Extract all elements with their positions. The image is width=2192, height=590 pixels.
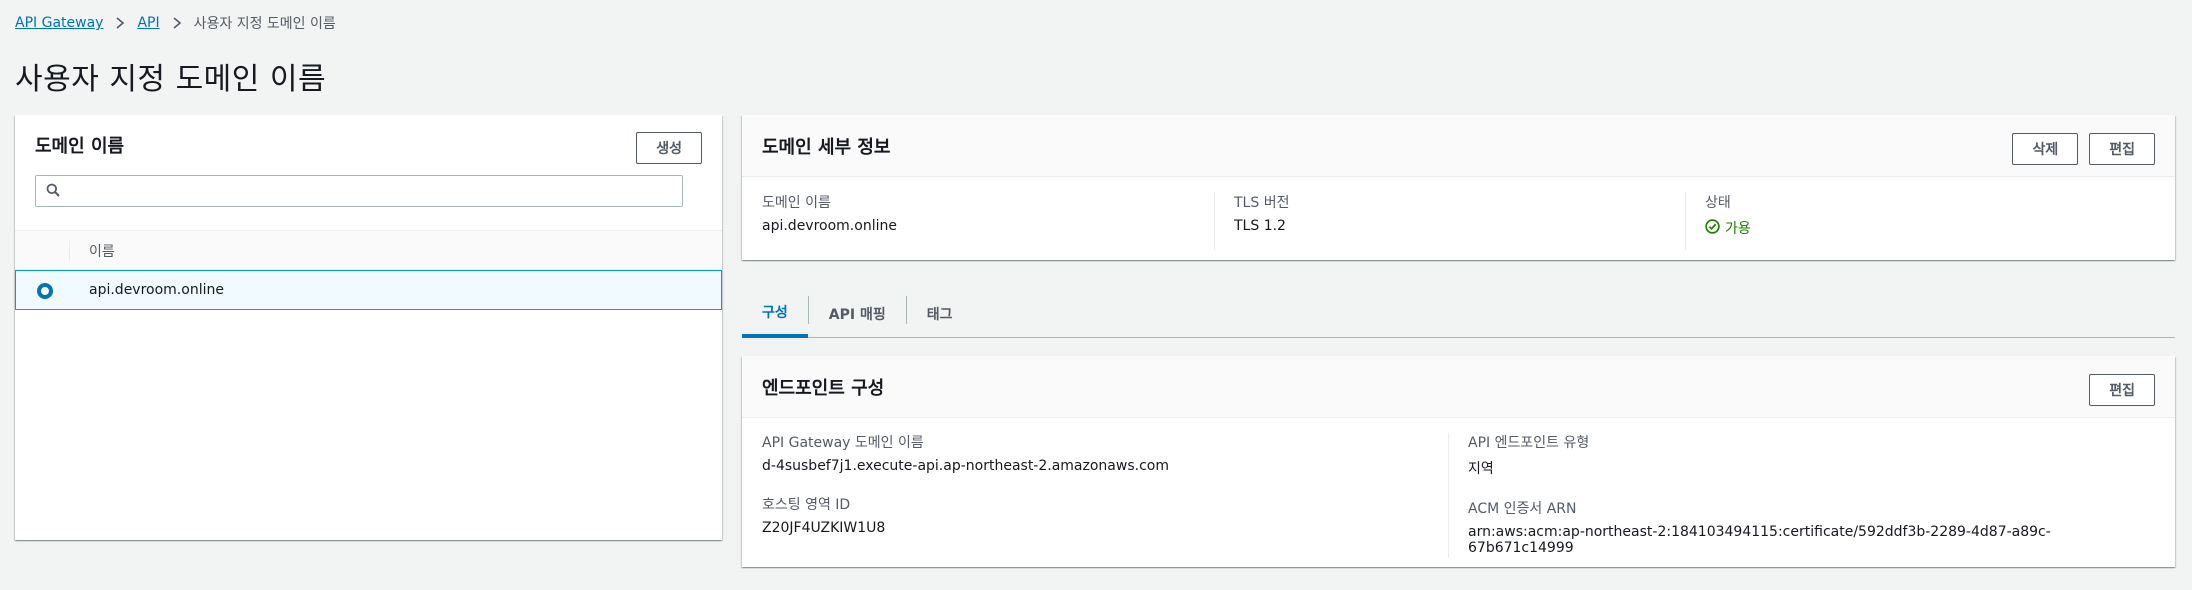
endpoint-config-fields: API Gateway 도메인 이름 d-4susbef7j1.execute-… — [742, 418, 2175, 576]
field-gateway-domain: API Gateway 도메인 이름 d-4susbef7j1.execute-… — [762, 432, 1428, 474]
domain-name-value: api.devroom.online — [762, 218, 897, 234]
endpoint-config-title: 엔드포인트 구성 — [762, 378, 885, 399]
search-field[interactable] — [35, 175, 683, 207]
domain-details-actions: 삭제 편집 — [2012, 133, 2155, 165]
tab-tags[interactable]: 태그 — [907, 290, 973, 338]
table-header: 이름 — [15, 230, 722, 270]
table-row[interactable]: api.devroom.online — [15, 270, 722, 310]
chevron-right-icon — [115, 17, 125, 29]
domain-names-header: 도메인 이름 생성 — [15, 115, 722, 230]
acm-arn-label: ACM 인증서 ARN — [1468, 501, 1577, 517]
endpoint-config-panel: 엔드포인트 구성 편집 API Gateway 도메인 이름 d-4susbef… — [742, 356, 2175, 567]
domain-details-title: 도메인 세부 정보 — [762, 137, 891, 158]
column-header-name[interactable]: 이름 — [89, 241, 115, 261]
status-badge: 가용 — [1705, 218, 2155, 238]
search-icon — [46, 182, 60, 201]
status-label: 상태 — [1705, 195, 1731, 211]
field-endpoint-type: API 엔드포인트 유형 지역 — [1468, 432, 2155, 478]
gateway-domain-value: d-4susbef7j1.execute-api.ap-northeast-2.… — [762, 458, 1169, 474]
hosted-zone-label: 호스팅 영역 ID — [762, 497, 851, 513]
row-radio-button[interactable] — [37, 283, 53, 299]
domain-details-header: 도메인 세부 정보 삭제 편집 — [742, 115, 2175, 177]
field-acm-arn: ACM 인증서 ARN arn:aws:acm:ap-northeast-2:1… — [1468, 498, 2155, 556]
field-status: 상태 가용 — [1685, 177, 2175, 259]
endpoint-right-column: API 엔드포인트 유형 지역 ACM 인증서 ARN arn:aws:acm:… — [1448, 418, 2175, 576]
row-domain-name: api.devroom.online — [89, 282, 224, 298]
gateway-domain-label: API Gateway 도메인 이름 — [762, 435, 924, 451]
column-divider — [69, 241, 70, 261]
endpoint-config-header: 엔드포인트 구성 편집 — [742, 356, 2175, 418]
tab-api-mappings[interactable]: API 매핑 — [809, 290, 906, 338]
domain-details-panel: 도메인 세부 정보 삭제 편집 도메인 이름 api.devroom.onlin… — [742, 115, 2175, 260]
page-title: 사용자 지정 도메인 이름 — [15, 62, 327, 97]
breadcrumb-api-gateway[interactable]: API Gateway — [15, 15, 103, 31]
status-success-icon — [1705, 218, 1720, 238]
tab-configuration[interactable]: 구성 — [742, 290, 808, 338]
edit-button[interactable]: 편집 — [2089, 133, 2155, 165]
breadcrumb-current: 사용자 지정 도메인 이름 — [193, 16, 336, 32]
field-domain-name: 도메인 이름 api.devroom.online — [742, 177, 1214, 259]
breadcrumb-api[interactable]: API — [137, 15, 159, 31]
tab-bar: 구성 API 매핑 태그 — [742, 290, 2175, 338]
chevron-right-icon — [172, 17, 182, 29]
acm-arn-value: arn:aws:acm:ap-northeast-2:184103494115:… — [1468, 524, 2051, 556]
endpoint-type-label: API 엔드포인트 유형 — [1468, 435, 1590, 451]
domain-details-fields: 도메인 이름 api.devroom.online TLS 버전 TLS 1.2… — [742, 177, 2175, 259]
delete-button[interactable]: 삭제 — [2012, 133, 2079, 165]
endpoint-left-column: API Gateway 도메인 이름 d-4susbef7j1.execute-… — [742, 418, 1448, 576]
breadcrumb: API Gateway API 사용자 지정 도메인 이름 — [15, 12, 336, 34]
endpoint-edit-button[interactable]: 편집 — [2089, 374, 2155, 406]
tls-version-label: TLS 버전 — [1234, 195, 1290, 211]
search-input[interactable] — [68, 177, 682, 205]
domain-names-panel: 도메인 이름 생성 이름 api.devroom.online — [15, 115, 722, 540]
field-hosted-zone: 호스팅 영역 ID Z20JF4UZKIW1U8 — [762, 494, 1428, 536]
hosted-zone-value: Z20JF4UZKIW1U8 — [762, 520, 886, 536]
create-button[interactable]: 생성 — [636, 132, 702, 164]
field-tls-version: TLS 버전 TLS 1.2 — [1214, 177, 1685, 259]
endpoint-type-value: 지역 — [1468, 461, 1494, 477]
tls-version-value: TLS 1.2 — [1234, 218, 1286, 234]
domain-names-title: 도메인 이름 — [35, 136, 125, 157]
status-value: 가용 — [1725, 221, 1751, 237]
domain-name-label: 도메인 이름 — [762, 195, 831, 211]
